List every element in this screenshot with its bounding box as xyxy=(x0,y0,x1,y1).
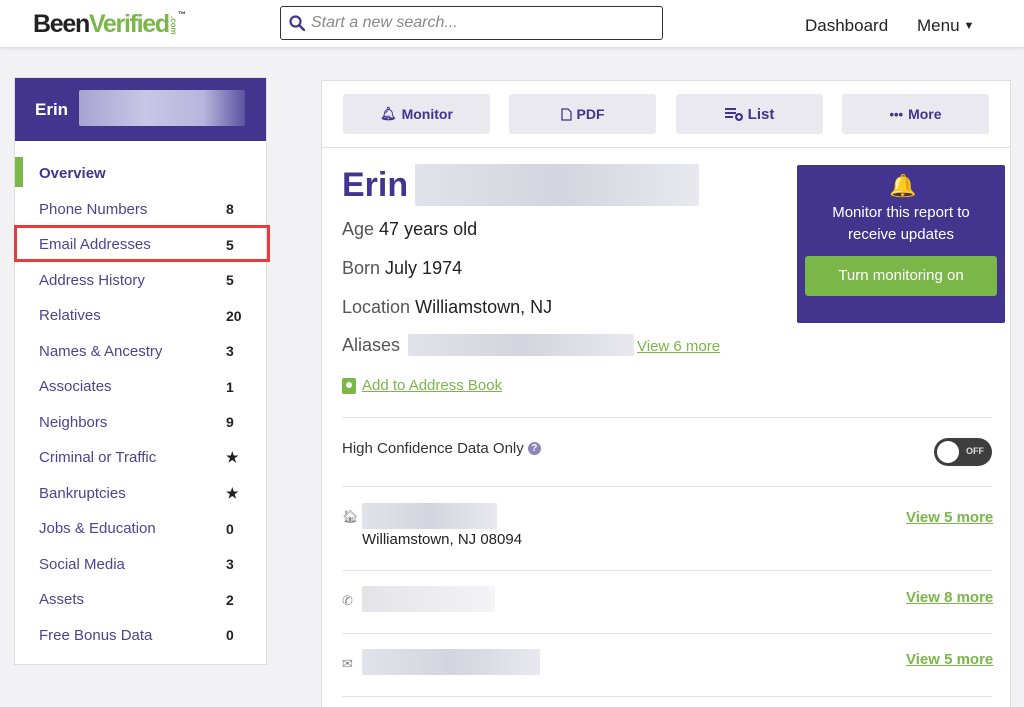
toggle-knob xyxy=(937,441,959,463)
add-to-address-book-link[interactable]: Add to Address Book xyxy=(362,377,502,394)
divider xyxy=(342,486,992,487)
list-add-icon xyxy=(724,108,743,121)
search-icon xyxy=(289,15,305,31)
envelope-icon: ✉ xyxy=(342,656,353,671)
sidebar-item-names-ancestry[interactable]: Names & Ancestry 3 xyxy=(15,334,266,370)
sidebar-person-name: Erin xyxy=(35,100,69,119)
email-addresses-highlight xyxy=(14,225,270,262)
redacted-street-address xyxy=(362,503,497,529)
monitor-card-text: Monitor this report to receive updates xyxy=(832,204,970,243)
sidebar-item-assets[interactable]: Assets 2 xyxy=(15,582,266,618)
view-more-emails-link[interactable]: View 5 more xyxy=(906,651,993,668)
top-bar: BeenVerified.com™ Dashboard Menu▼ xyxy=(0,0,1024,48)
nav-dashboard-link[interactable]: Dashboard xyxy=(805,16,888,36)
redacted-email-address xyxy=(362,649,540,675)
divider xyxy=(342,570,992,571)
beenverified-logo[interactable]: BeenVerified.com™ xyxy=(33,10,186,39)
high-confidence-toggle[interactable]: OFF xyxy=(934,438,992,466)
sidebar-item-jobs-education[interactable]: Jobs & Education 0 xyxy=(15,511,266,547)
sidebar-item-free-bonus-data[interactable]: Free Bonus Data 0 xyxy=(15,618,266,654)
address-city: Williamstown, NJ 08094 xyxy=(362,531,523,548)
address-book-icon xyxy=(342,377,356,394)
redacted-aliases xyxy=(408,334,634,356)
list-button[interactable]: List xyxy=(676,94,823,134)
pdf-button[interactable]: PDF xyxy=(509,94,656,134)
redacted-surname xyxy=(79,90,245,126)
nav-menu-label: Menu xyxy=(917,16,960,35)
home-icon: 🏠︎ xyxy=(342,509,359,524)
report-main-panel: 🔔︎ Monitor PDF List ••• More Erin Age 47 y… xyxy=(321,80,1011,707)
divider xyxy=(342,633,992,634)
sidebar-item-overview[interactable]: Overview xyxy=(15,156,266,192)
view-more-addresses-link[interactable]: View 5 more xyxy=(906,509,993,526)
monitor-button[interactable]: 🔔︎ Monitor xyxy=(343,94,490,134)
caret-down-icon: ▼ xyxy=(963,20,975,32)
ellipsis-icon: ••• xyxy=(889,106,904,122)
search-input[interactable] xyxy=(311,14,641,32)
location-row: Location Williamstown, NJ xyxy=(342,297,553,317)
sidebar-item-criminal-traffic[interactable]: Criminal or Traffic ★ xyxy=(15,440,266,476)
report-toolbar: 🔔︎ Monitor PDF List ••• More xyxy=(322,81,1010,148)
redacted-full-surname xyxy=(415,164,699,206)
high-confidence-label: High Confidence Data Only? xyxy=(342,440,541,457)
sidebar-item-address-history[interactable]: Address History 5 xyxy=(15,263,266,299)
bell-outline-icon: 🔔︎ xyxy=(380,106,397,121)
sidebar-item-phone-numbers[interactable]: Phone Numbers 8 xyxy=(15,192,266,228)
more-button[interactable]: ••• More xyxy=(842,94,989,134)
sidebar-item-neighbors[interactable]: Neighbors 9 xyxy=(15,405,266,441)
question-circle-icon[interactable]: ? xyxy=(527,442,541,455)
age-row: Age 47 years old xyxy=(342,219,478,239)
person-first-name: Erin xyxy=(342,166,409,204)
report-sidebar: Erin Overview Phone Numbers 8 Email Addre… xyxy=(14,77,267,665)
star-icon: ★ xyxy=(226,449,239,466)
file-pdf-icon xyxy=(560,107,572,121)
star-icon: ★ xyxy=(226,484,239,501)
phone-icon: ✆ xyxy=(342,593,353,608)
sidebar-item-relatives[interactable]: Relatives 20 xyxy=(15,298,266,334)
divider xyxy=(342,696,992,697)
divider xyxy=(342,417,992,418)
born-row: Born July 1974 xyxy=(342,258,463,278)
sidebar-item-social-media[interactable]: Social Media 3 xyxy=(15,547,266,583)
search-box[interactable] xyxy=(280,6,663,40)
nav-menu-dropdown[interactable]: Menu ▼ xyxy=(917,16,974,36)
monitor-report-card: 🔔 Monitor this report to receive updates… xyxy=(797,165,1005,323)
sidebar-header: Erin xyxy=(15,78,266,141)
sidebar-item-bankruptcies[interactable]: Bankruptcies ★ xyxy=(15,476,266,512)
sidebar-item-associates[interactable]: Associates 1 xyxy=(15,369,266,405)
bell-icon: 🔔 xyxy=(889,173,917,198)
view-more-phones-link[interactable]: View 8 more xyxy=(906,589,993,606)
add-to-address-book[interactable]: Add to Address Book xyxy=(342,377,502,394)
redacted-phone-number xyxy=(362,586,495,612)
aliases-row: Aliases xyxy=(342,335,401,355)
turn-monitoring-on-button[interactable]: Turn monitoring on xyxy=(805,256,997,296)
view-more-aliases-link[interactable]: View 6 more xyxy=(637,338,720,355)
